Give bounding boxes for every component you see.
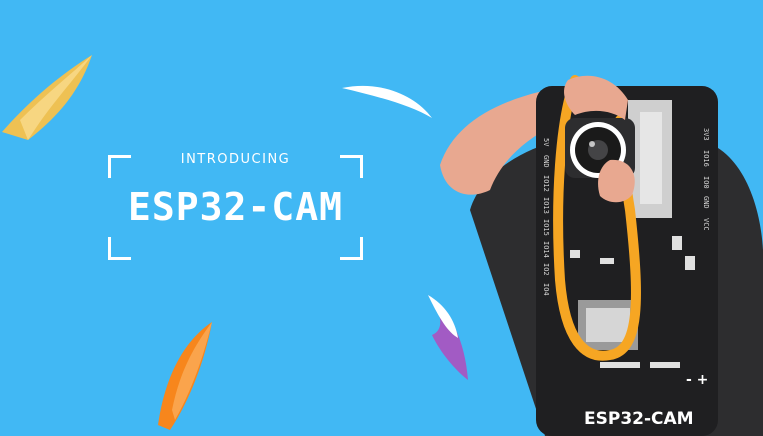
pin-label: IO13 (542, 197, 550, 214)
pin-label: GND (702, 196, 710, 209)
component (600, 258, 614, 264)
component (650, 362, 680, 368)
component (685, 256, 695, 270)
pin-label: 5V (542, 138, 550, 147)
pin-label: IO16 (702, 150, 710, 167)
shield-slot (640, 112, 662, 204)
sd-slot-inner (586, 308, 630, 342)
pin-label: GND (542, 155, 550, 168)
polarity-marks: - + (686, 372, 708, 388)
hero-banner: INTRODUCING ESP32-CAM 5V GND IO12 IO13 I… (0, 0, 763, 436)
component (672, 236, 682, 250)
pin-label: IO15 (542, 219, 550, 236)
pin-label: IO4 (542, 283, 550, 296)
component (600, 362, 640, 368)
board-label: ESP32-CAM (584, 409, 694, 429)
photographer-illustration: 5V GND IO12 IO13 IO15 IO14 IO2 IO4 3V3 I… (440, 75, 763, 436)
component (570, 250, 580, 258)
pin-label: IO14 (542, 241, 550, 258)
pin-label: 3V3 (702, 128, 710, 141)
pin-label: IO0 (702, 176, 710, 189)
lens-glint (589, 141, 595, 147)
pin-label: IO12 (542, 175, 550, 192)
pin-label: VCC (702, 218, 710, 231)
pin-label: IO2 (542, 263, 550, 276)
